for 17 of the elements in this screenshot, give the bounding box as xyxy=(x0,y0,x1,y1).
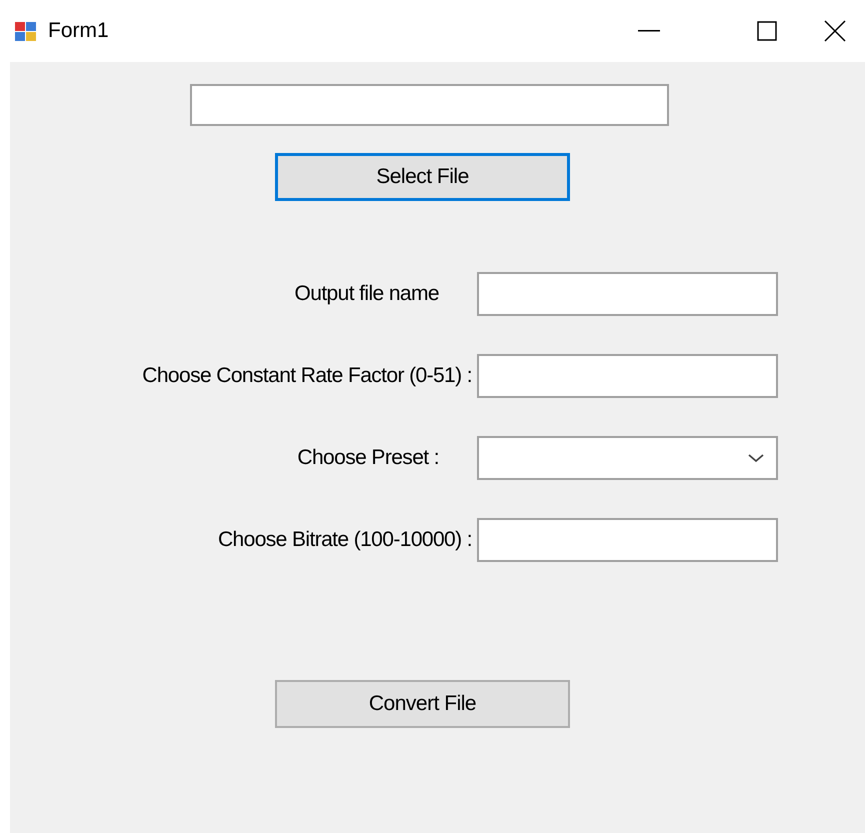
text-field[interactable] xyxy=(477,354,778,398)
text-field[interactable] xyxy=(477,272,778,316)
convert-file-button[interactable]: Convert File xyxy=(275,680,570,728)
caret-icon xyxy=(748,453,764,463)
field-label: Choose Constant Rate Factor (0-51) : xyxy=(141,364,473,388)
minimize-icon[interactable] xyxy=(638,30,660,32)
select-file-button[interactable]: Select File xyxy=(275,153,570,201)
field-label: Choose Preset : xyxy=(296,446,440,470)
text-field[interactable] xyxy=(477,518,778,562)
maximize-icon[interactable] xyxy=(757,21,777,41)
dropdown-field[interactable] xyxy=(477,436,778,480)
file-path-field[interactable] xyxy=(190,84,669,126)
close-icon[interactable] xyxy=(824,20,846,42)
window-title: Form1 xyxy=(48,19,109,43)
field-label: Output file name xyxy=(294,282,440,306)
field-label: Choose Bitrate (100-10000) : xyxy=(216,528,473,552)
app-icon xyxy=(14,19,38,43)
